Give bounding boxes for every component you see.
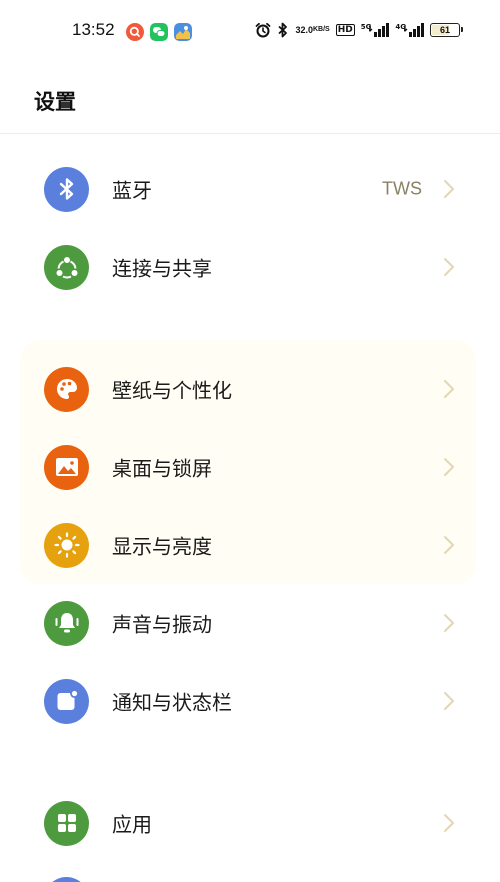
settings-item-bluetooth[interactable]: 蓝牙 TWS xyxy=(0,150,500,228)
notification-icons xyxy=(126,23,192,41)
chevron-right-icon xyxy=(444,536,454,554)
signal-5g: 5G xyxy=(361,23,390,37)
sun-icon xyxy=(44,522,89,568)
bluetooth-icon xyxy=(44,166,89,212)
weather-app-icon xyxy=(174,23,192,41)
bell-icon xyxy=(44,600,89,646)
notification-icon xyxy=(44,678,89,724)
settings-item-label: 通知与状态栏 xyxy=(112,690,232,715)
network-speed: 32.0 KB/S xyxy=(295,25,330,35)
settings-item-display[interactable]: 显示与亮度 xyxy=(0,506,500,584)
chevron-right-icon xyxy=(444,380,454,398)
bluetooth-status-icon xyxy=(278,22,288,38)
settings-item-label: 桌面与锁屏 xyxy=(112,456,212,481)
settings-item-apps[interactable]: 应用 xyxy=(0,784,500,862)
settings-item-value: TWS xyxy=(382,178,422,199)
network-speed-unit: KB/S xyxy=(313,26,330,33)
next-item-icon-partial xyxy=(44,877,89,882)
settings-item-label: 声音与振动 xyxy=(112,612,212,637)
status-time: 13:52 xyxy=(72,20,115,39)
palette-icon xyxy=(44,366,89,412)
messaging-app-icon xyxy=(150,23,168,41)
battery-level: 61 xyxy=(439,25,450,35)
settings-item-notifications[interactable]: 通知与状态栏 xyxy=(0,662,500,740)
header-divider xyxy=(0,133,500,134)
header: 设置 xyxy=(0,64,500,134)
system-icons: 32.0 KB/S HD 5G 4G 61 xyxy=(255,22,463,38)
chevron-right-icon xyxy=(444,180,454,198)
settings-item-label: 应用 xyxy=(112,812,152,837)
settings-item-label: 显示与亮度 xyxy=(112,534,212,559)
picture-icon xyxy=(44,444,89,490)
chevron-right-icon xyxy=(444,692,454,710)
chevron-right-icon xyxy=(444,258,454,276)
chevron-right-icon xyxy=(444,614,454,632)
share-icon xyxy=(44,244,89,290)
page-title: 设置 xyxy=(34,90,76,114)
alarm-icon xyxy=(256,22,271,38)
chevron-right-icon xyxy=(444,458,454,476)
settings-item-label: 壁纸与个性化 xyxy=(112,378,232,403)
settings-item-label: 蓝牙 xyxy=(112,178,152,203)
settings-item-wallpaper[interactable]: 壁纸与个性化 xyxy=(0,350,500,428)
settings-item-sound[interactable]: 声音与振动 xyxy=(0,584,500,662)
settings-item-label: 连接与共享 xyxy=(112,256,212,281)
apps-grid-icon xyxy=(44,800,89,846)
network-speed-value: 32.0 xyxy=(295,25,313,35)
battery-indicator: 61 xyxy=(430,23,463,37)
settings-item-connection[interactable]: 连接与共享 xyxy=(0,228,500,306)
settings-item-desktop[interactable]: 桌面与锁屏 xyxy=(0,428,500,506)
signal-bars-icon xyxy=(369,23,390,37)
signal-4g: 4G xyxy=(395,23,424,37)
search-app-icon xyxy=(126,23,144,41)
chevron-right-icon xyxy=(444,814,454,832)
signal-bars-icon xyxy=(404,23,424,37)
hd-voice-badge: HD xyxy=(335,24,355,36)
status-bar: 13:52 32.0 KB/S HD 5G 4G 61 xyxy=(0,0,500,64)
